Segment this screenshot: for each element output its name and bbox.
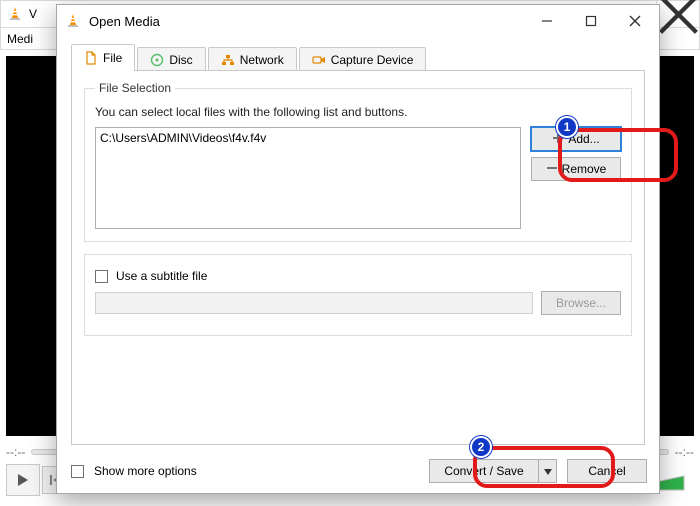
window-maximize-button[interactable] (569, 6, 613, 36)
tab-disc[interactable]: Disc (137, 47, 205, 71)
remove-button[interactable]: Remove (531, 157, 621, 181)
chevron-down-icon (544, 464, 552, 478)
convert-save-splitbutton[interactable]: Convert / Save (429, 459, 557, 483)
file-selection-group: File Selection You can select local file… (84, 81, 632, 242)
file-icon (84, 51, 98, 65)
file-list[interactable]: C:\Users\ADMIN\Videos\f4v.f4v (95, 127, 521, 229)
file-selection-hint: You can select local files with the foll… (95, 105, 621, 119)
tab-disc-label: Disc (169, 53, 192, 67)
convert-save-button[interactable]: Convert / Save (429, 459, 539, 483)
vlc-cone-icon (7, 6, 23, 22)
show-more-options-checkbox[interactable] (71, 465, 84, 478)
browse-subtitle-label: Browse... (556, 296, 606, 310)
dialog-footer: Show more options Convert / Save Cancel (57, 453, 659, 493)
capture-icon (312, 53, 326, 67)
disc-icon (150, 53, 164, 67)
tab-network-label: Network (240, 53, 284, 67)
tab-file-label: File (103, 51, 122, 65)
subtitle-path-field (95, 292, 533, 314)
tabstrip: File Disc Network Capture Device (71, 43, 645, 71)
add-button-label: Add... (568, 132, 599, 146)
window-close-button[interactable] (613, 6, 657, 36)
plus-icon (552, 132, 564, 147)
cancel-button[interactable]: Cancel (567, 459, 647, 483)
convert-save-dropdown[interactable] (539, 459, 557, 483)
minus-icon (546, 162, 558, 177)
dialog-title: Open Media (89, 14, 525, 29)
tab-file-page: File Selection You can select local file… (71, 71, 645, 445)
tab-capture-label: Capture Device (331, 53, 414, 67)
remove-button-label: Remove (562, 162, 607, 176)
vlc-play-button[interactable] (6, 464, 40, 496)
file-selection-legend: File Selection (95, 81, 175, 95)
vlc-cone-icon (65, 13, 81, 29)
window-minimize-button[interactable] (525, 6, 569, 36)
browse-subtitle-button: Browse... (541, 291, 621, 315)
convert-save-label: Convert / Save (444, 464, 523, 478)
vlc-title-truncated: V (29, 7, 37, 21)
show-more-options-label: Show more options (94, 464, 197, 478)
file-list-item[interactable]: C:\Users\ADMIN\Videos\f4v.f4v (100, 130, 516, 146)
network-icon (221, 53, 235, 67)
dialog-titlebar: Open Media (57, 5, 659, 37)
use-subtitle-label: Use a subtitle file (116, 269, 207, 283)
bg-window-close-button[interactable] (656, 0, 700, 28)
tab-capture[interactable]: Capture Device (299, 47, 427, 71)
vlc-menu-media[interactable]: Medi (7, 32, 33, 46)
tab-network[interactable]: Network (208, 47, 297, 71)
cancel-button-label: Cancel (588, 464, 625, 478)
open-media-dialog: Open Media File Disc Network Capture Dev… (56, 4, 660, 494)
vlc-time-total: --:-- (675, 445, 694, 459)
tab-file[interactable]: File (71, 44, 135, 71)
add-button[interactable]: Add... (531, 127, 621, 151)
vlc-time-elapsed: --:-- (6, 445, 25, 459)
use-subtitle-checkbox[interactable] (95, 270, 108, 283)
subtitle-group: Use a subtitle file Browse... (84, 254, 632, 336)
